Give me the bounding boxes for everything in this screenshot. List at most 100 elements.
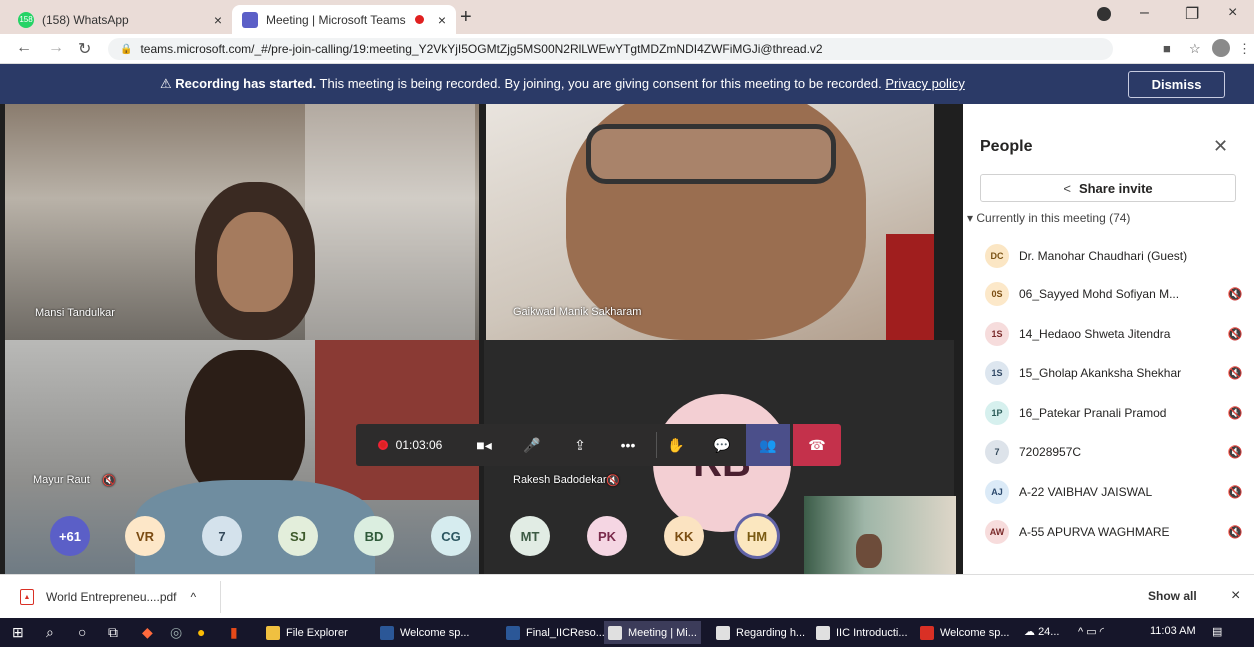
camera-in-use-icon[interactable]: ■ bbox=[1163, 41, 1171, 56]
office-icon[interactable]: ▮ bbox=[230, 624, 238, 641]
clock[interactable]: 11:03 AM bbox=[1150, 625, 1196, 637]
participant-name: 72028957C bbox=[1019, 445, 1082, 459]
mic-off-icon: 🔇 bbox=[1227, 327, 1243, 341]
taskbar-app[interactable]: Welcome sp... bbox=[916, 621, 1014, 644]
notification-icon[interactable]: ▤ bbox=[1212, 625, 1222, 638]
hang-up-button[interactable]: ☎ bbox=[793, 424, 841, 466]
avatar-icon[interactable] bbox=[1212, 39, 1230, 57]
participant-avatar[interactable]: SJ bbox=[278, 516, 318, 556]
participant-avatar[interactable]: MT bbox=[510, 516, 550, 556]
privacy-policy-link[interactable]: Privacy policy bbox=[885, 76, 964, 91]
show-all-button[interactable]: Show all bbox=[1148, 589, 1197, 603]
reload-icon[interactable]: ↻ bbox=[78, 39, 91, 59]
camera-icon: ■◂ bbox=[476, 436, 492, 453]
windows-start-icon[interactable]: ⊞ bbox=[12, 624, 24, 641]
mic-off-icon: 🔇 bbox=[606, 475, 620, 487]
phone-hangup-icon: ☎ bbox=[808, 436, 826, 453]
hand-icon: ✋ bbox=[667, 436, 685, 453]
self-view-video[interactable] bbox=[804, 496, 956, 574]
participant-avatar[interactable]: 7 bbox=[202, 516, 242, 556]
raise-hand-button[interactable]: ✋ bbox=[656, 424, 696, 466]
mic-off-icon: 🔇 bbox=[1227, 366, 1243, 380]
participant-row[interactable]: DC Dr. Manohar Chaudhari (Guest) bbox=[985, 244, 1245, 268]
participant-avatar[interactable]: HM bbox=[737, 516, 777, 556]
participant-row[interactable]: 1P 16_Patekar Pranali Pramod 🔇 bbox=[985, 401, 1245, 425]
participant-row[interactable]: 7 72028957C 🔇 bbox=[985, 440, 1245, 464]
in-meeting-section[interactable]: ▾ Currently in this meeting (74) bbox=[967, 211, 1130, 225]
taskbar-app[interactable]: IIC Introducti... bbox=[812, 621, 912, 644]
taskbar-app[interactable]: Regarding h... bbox=[712, 621, 809, 644]
glasses bbox=[586, 124, 836, 184]
more-actions-button[interactable]: ••• bbox=[608, 424, 648, 466]
bookmark-star-icon[interactable]: ☆ bbox=[1189, 41, 1201, 57]
download-chevron-icon[interactable]: ^ bbox=[191, 590, 197, 604]
task-view-icon[interactable]: ⧉ bbox=[108, 624, 118, 641]
chevron-up-icon: ^ bbox=[1078, 626, 1084, 638]
chrome-icon[interactable]: ● bbox=[197, 624, 205, 640]
participant-avatar[interactable]: VR bbox=[125, 516, 165, 556]
participant-name: 16_Patekar Pranali Pramod bbox=[1019, 406, 1167, 420]
url-field[interactable]: 🔒 teams.microsoft.com/_#/pre-join-callin… bbox=[108, 38, 1113, 60]
taskbar-app[interactable]: Final_IICReso... bbox=[502, 621, 609, 644]
participant-avatar[interactable]: +61 bbox=[50, 516, 90, 556]
download-item[interactable]: ▲ World Entrepreneu....pdf ^ bbox=[20, 585, 196, 609]
forward-icon[interactable]: → bbox=[48, 39, 64, 57]
menu-icon[interactable]: ⋮ bbox=[1238, 41, 1251, 57]
share-icon: < bbox=[1063, 180, 1071, 196]
participant-avatar[interactable]: CG bbox=[431, 516, 471, 556]
recording-message: ⚠ Recording has started. This meeting is… bbox=[160, 76, 965, 92]
participant-row[interactable]: 1S 14_Hedaoo Shweta Jitendra 🔇 bbox=[985, 322, 1245, 346]
back-icon[interactable]: ← bbox=[16, 39, 32, 57]
brave-icon[interactable]: ◆ bbox=[142, 624, 153, 641]
participant-row[interactable]: AJ A-22 VAIBHAV JAISWAL 🔇 bbox=[985, 480, 1245, 504]
participant-avatar[interactable]: PK bbox=[587, 516, 627, 556]
share-screen-button[interactable]: ⇪ bbox=[560, 424, 600, 466]
participant-row[interactable]: AW A-55 APURVA WAGHMARE 🔇 bbox=[985, 520, 1245, 544]
downloads-close-icon[interactable]: × bbox=[1231, 587, 1240, 605]
tab-close-icon[interactable]: × bbox=[214, 12, 222, 28]
lock-icon: 🔒 bbox=[120, 43, 133, 55]
close-panel-icon[interactable]: ✕ bbox=[1213, 136, 1228, 157]
url-text: teams.microsoft.com/_#/pre-join-calling/… bbox=[140, 42, 823, 56]
share-invite-button[interactable]: < Share invite bbox=[980, 174, 1236, 202]
taskbar-app[interactable]: File Explorer bbox=[262, 621, 352, 644]
video-tile-gaikwad[interactable]: Gaikwad Manik Sakharam bbox=[486, 104, 934, 340]
app-label: IIC Introducti... bbox=[836, 626, 908, 639]
app-label: Regarding h... bbox=[736, 626, 806, 639]
tab-whatsapp[interactable]: 158 (158) WhatsApp × bbox=[8, 5, 232, 34]
participant-avatar[interactable]: BD bbox=[354, 516, 394, 556]
chat-icon: 💬 bbox=[713, 436, 731, 453]
cortana-icon[interactable]: ○ bbox=[78, 624, 86, 640]
participant-face bbox=[217, 212, 293, 312]
participants-button[interactable]: 👥 bbox=[746, 424, 790, 466]
mic-button[interactable]: 🎤 bbox=[512, 424, 552, 466]
search-icon[interactable]: ⌕ bbox=[46, 624, 54, 641]
video-tile-mansi[interactable]: Mansi Tandulkar bbox=[5, 104, 479, 340]
close-window-button[interactable]: × bbox=[1228, 4, 1237, 22]
tray-icons[interactable]: ^ ▭ ◜ bbox=[1078, 625, 1104, 638]
participant-initials: 1S bbox=[985, 322, 1009, 346]
weather-text: 24... bbox=[1038, 626, 1060, 638]
minimize-button[interactable]: – bbox=[1140, 4, 1149, 22]
tab-teams-meeting[interactable]: Meeting | Microsoft Teams × bbox=[232, 5, 456, 34]
profile-icon[interactable] bbox=[1097, 7, 1111, 21]
new-tab-button[interactable]: + bbox=[460, 6, 472, 29]
chat-button[interactable]: 💬 bbox=[702, 424, 742, 466]
app-icon bbox=[716, 625, 730, 640]
window-background bbox=[305, 104, 475, 340]
taskbar-app[interactable]: Welcome sp... bbox=[376, 621, 474, 644]
mic-off-icon: 🔇 bbox=[1227, 485, 1243, 499]
call-controls: 01:03:06 ■◂ 🎤 ⇪ ••• ✋ 💬 👥 ☎ bbox=[356, 424, 841, 466]
participant-avatar[interactable]: KK bbox=[664, 516, 704, 556]
app-icon bbox=[816, 625, 830, 640]
tab-close-icon[interactable]: × bbox=[438, 12, 446, 28]
dismiss-button[interactable]: Dismiss bbox=[1128, 71, 1225, 98]
participant-row[interactable]: 1S 15_Gholap Akanksha Shekhar 🔇 bbox=[985, 361, 1245, 385]
participant-row[interactable]: 0S 06_Sayyed Mohd Sofiyan M... 🔇 bbox=[985, 282, 1245, 306]
taskbar-app[interactable]: Meeting | Mi... bbox=[604, 621, 701, 644]
camera-button[interactable]: ■◂ bbox=[464, 424, 504, 466]
restore-button[interactable]: ❐ bbox=[1185, 4, 1199, 24]
chromium-icon[interactable]: ◎ bbox=[170, 624, 182, 641]
people-title: People bbox=[980, 138, 1033, 155]
weather-widget[interactable]: ☁ 24... bbox=[1024, 625, 1059, 638]
